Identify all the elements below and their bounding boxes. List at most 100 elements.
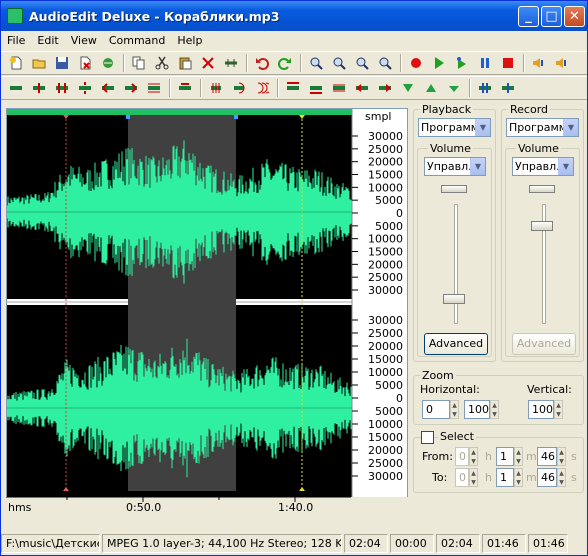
effect-dc-offset-button[interactable] — [420, 78, 442, 98]
effect-move-right-button[interactable] — [374, 78, 396, 98]
status-sel-start: 00:00 — [390, 534, 434, 553]
save-button[interactable] — [51, 53, 73, 73]
playback-control-select[interactable]: Управл. ▼ — [424, 157, 486, 176]
record-balance-slider[interactable] — [529, 185, 555, 193]
waveform-editor[interactable]: smpl 30000 25000 20000 15000 10000 5000 0 5000 1… — [6, 108, 408, 498]
axis-label: 15000 — [368, 169, 403, 182]
effect-fade-in-button[interactable] — [97, 78, 119, 98]
record-device-select[interactable]: Программ ▼ — [506, 118, 579, 137]
effect-noise-button[interactable] — [474, 78, 496, 98]
select-checkbox[interactable] — [421, 431, 434, 444]
undo-button[interactable] — [251, 53, 273, 73]
from-minutes-spinner[interactable]: ▲ ▼ — [514, 447, 523, 466]
effect-amplify-button[interactable] — [51, 78, 73, 98]
toolbar-separator — [469, 79, 471, 97]
to-hours-unit: h — [485, 471, 492, 484]
effect-silence-button[interactable] — [5, 78, 27, 98]
menu-command[interactable]: Command — [103, 34, 172, 47]
properties-button[interactable] — [97, 53, 119, 73]
effect-compress-button[interactable] — [143, 78, 165, 98]
title-bar[interactable]: AudioEdit Deluxe - Кораблики.mp3 _ □ ✕ — [1, 1, 587, 31]
horizontal-zoom-to-input[interactable]: 100 — [464, 400, 490, 419]
time-ruler[interactable]: hms 0:50.0 1:40.0 — [6, 497, 408, 517]
cut-button[interactable] — [151, 53, 173, 73]
from-minutes-input[interactable]: 1 — [496, 447, 514, 466]
to-seconds-input[interactable]: 46 — [537, 468, 557, 487]
to-seconds-spinner[interactable]: ▲ ▼ — [557, 468, 566, 487]
playback-volume-button[interactable] — [528, 53, 550, 73]
copy-button[interactable] — [128, 53, 150, 73]
effect-invert-button[interactable] — [397, 78, 419, 98]
to-hours-input[interactable]: 0 — [455, 468, 469, 487]
effect-vocal-button[interactable] — [497, 78, 519, 98]
open-file-button[interactable] — [28, 53, 50, 73]
menu-edit[interactable]: Edit — [31, 34, 64, 47]
to-minutes-unit: m — [526, 471, 537, 484]
maximize-button[interactable]: □ — [541, 6, 562, 27]
axis-label: 20000 — [368, 156, 403, 169]
from-seconds-input[interactable]: 46 — [537, 447, 557, 466]
paste-button[interactable] — [174, 53, 196, 73]
record-control-select[interactable]: Управл. ▼ — [512, 157, 574, 176]
play-button[interactable] — [428, 53, 450, 73]
record-volume-thumb[interactable] — [531, 220, 553, 231]
playback-device-value: Программ — [421, 121, 480, 134]
effect-fade-out-button[interactable] — [120, 78, 142, 98]
effect-pitch-button[interactable] — [305, 78, 327, 98]
menu-view[interactable]: View — [65, 34, 103, 47]
close-button[interactable]: ✕ — [564, 6, 585, 27]
zoom-out-button[interactable] — [328, 53, 350, 73]
horizontal-zoom-to-spinner[interactable]: ▲ ▼ — [490, 400, 499, 419]
record-advanced-button[interactable]: Advanced — [512, 333, 576, 355]
from-hours-unit: h — [485, 450, 492, 463]
effect-stretch-button[interactable] — [282, 78, 304, 98]
stop-button[interactable] — [497, 53, 519, 73]
from-hours-spinner[interactable]: ▲ ▼ — [469, 447, 478, 466]
to-minutes-input[interactable]: 1 — [496, 468, 514, 487]
redo-button[interactable] — [274, 53, 296, 73]
pause-button[interactable] — [474, 53, 496, 73]
selection-end-handle[interactable] — [234, 115, 238, 119]
new-file-button[interactable] — [5, 53, 27, 73]
selection-start-handle[interactable] — [126, 115, 130, 119]
minimize-button[interactable]: _ — [518, 6, 539, 27]
effect-echo-button[interactable] — [205, 78, 227, 98]
to-hours-spinner[interactable]: ▲ ▼ — [469, 468, 478, 487]
zoom-all-button[interactable] — [374, 53, 396, 73]
effect-move-left-button[interactable] — [351, 78, 373, 98]
close-file-button[interactable] — [74, 53, 96, 73]
playback-volume-track[interactable] — [454, 204, 458, 324]
horizontal-zoom-from-input[interactable]: 0 — [422, 400, 450, 419]
effect-reverb-button[interactable] — [228, 78, 250, 98]
record-volume-button[interactable] — [551, 53, 573, 73]
menu-file[interactable]: File — [1, 34, 31, 47]
playback-balance-slider[interactable] — [441, 185, 467, 193]
axis-label: 30000 — [368, 284, 403, 297]
axis-label: 20000 — [368, 444, 403, 457]
delete-button[interactable] — [197, 53, 219, 73]
effect-reverse-button[interactable] — [174, 78, 196, 98]
effect-normalize-button[interactable] — [74, 78, 96, 98]
zoom-selection-button[interactable] — [351, 53, 373, 73]
zoom-in-button[interactable] — [305, 53, 327, 73]
to-minutes-spinner[interactable]: ▲ ▼ — [514, 468, 523, 487]
record-button[interactable] — [405, 53, 427, 73]
menu-help[interactable]: Help — [171, 34, 208, 47]
effect-insert-button[interactable] — [28, 78, 50, 98]
playback-advanced-button[interactable]: Advanced — [424, 333, 488, 355]
from-hours-input[interactable]: 0 — [455, 447, 469, 466]
play-loop-button[interactable] — [451, 53, 473, 73]
playback-device-select[interactable]: Программ ▼ — [418, 118, 491, 137]
effect-mix-button[interactable] — [443, 78, 465, 98]
effect-equalizer-button[interactable] — [328, 78, 350, 98]
vertical-zoom-input[interactable]: 100 — [528, 400, 554, 419]
from-seconds-spinner[interactable]: ▲ ▼ — [557, 447, 566, 466]
playback-volume-thumb[interactable] — [443, 293, 465, 304]
horizontal-zoom-from-spinner[interactable]: ▲ ▼ — [450, 400, 459, 419]
toolbar-effects — [1, 76, 587, 100]
effect-chorus-button[interactable] — [251, 78, 273, 98]
trim-button[interactable] — [220, 53, 242, 73]
vertical-zoom-spinner[interactable]: ▲ ▼ — [554, 400, 563, 419]
status-cursor: 01:46 — [482, 534, 526, 553]
waveform-canvas[interactable]: smpl 30000250002000015000100005000050001… — [6, 109, 407, 497]
